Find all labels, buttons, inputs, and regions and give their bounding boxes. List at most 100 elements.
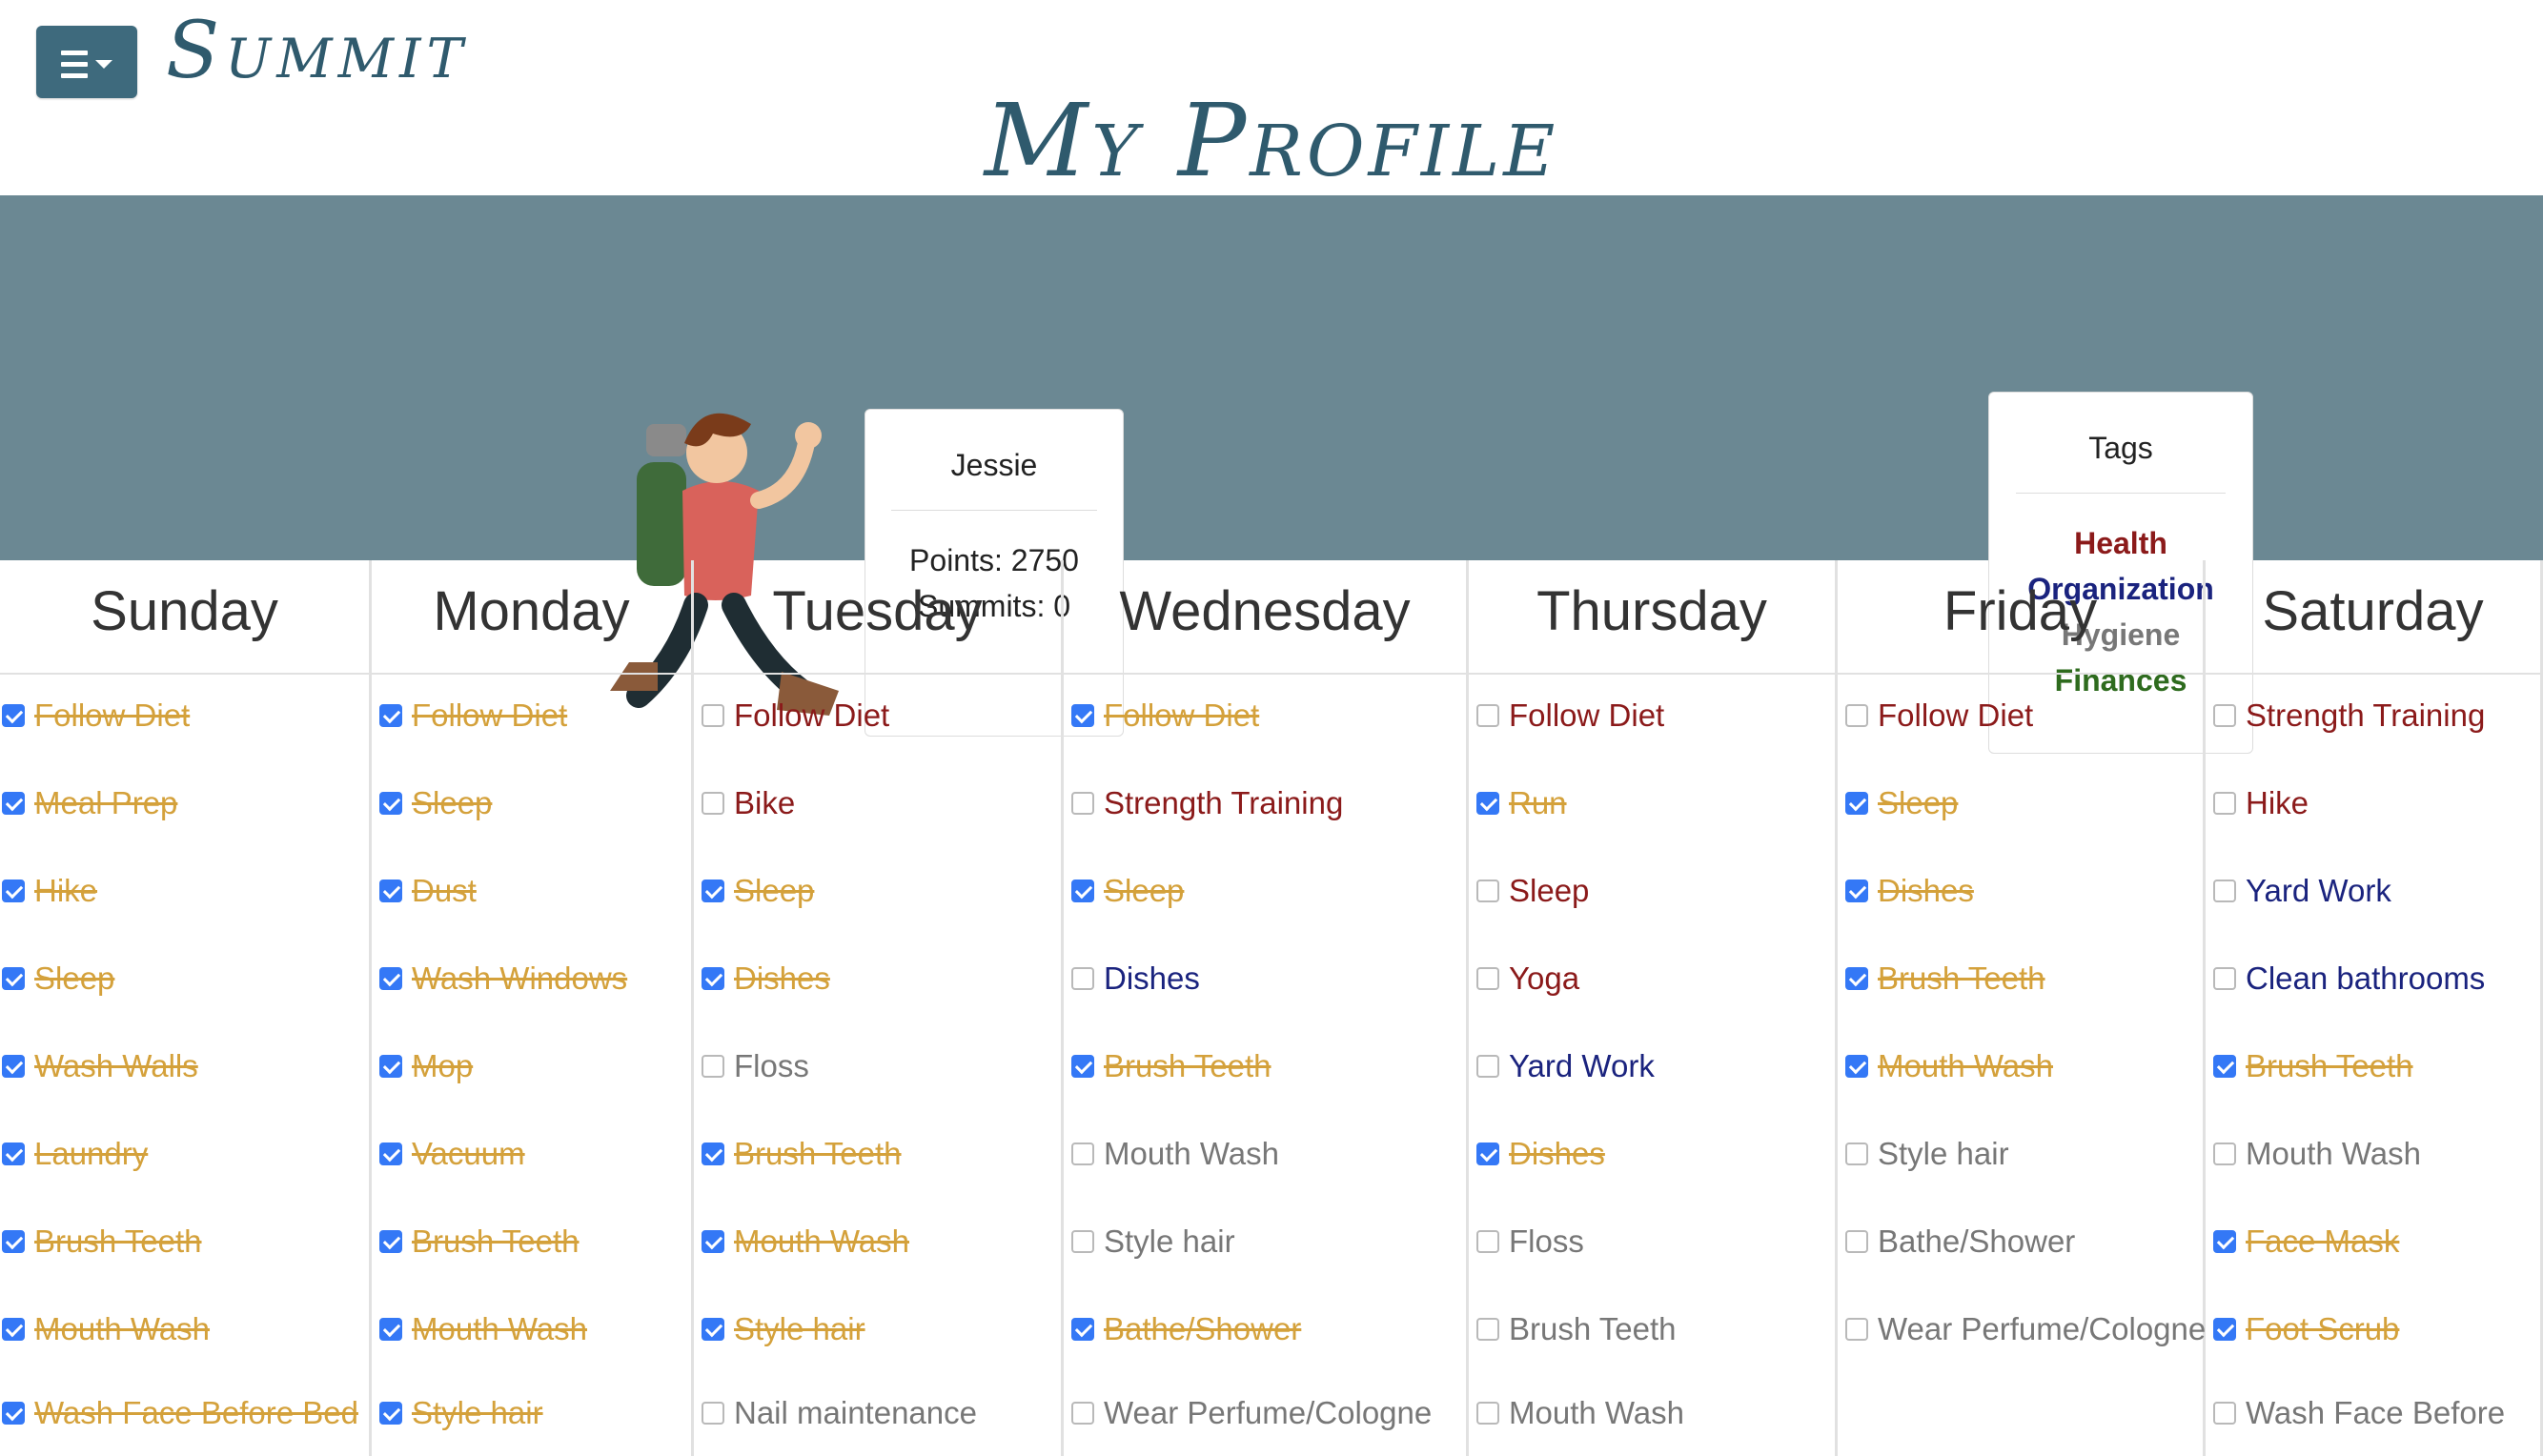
task-checkbox[interactable] — [2, 1055, 25, 1078]
task-item[interactable]: Wear Perfume/Cologne — [1845, 1311, 2206, 1347]
task-checkbox[interactable] — [1476, 1055, 1499, 1078]
task-item[interactable]: Mouth Wash — [1071, 1136, 1279, 1172]
task-item[interactable]: Yard Work — [2213, 873, 2391, 909]
task-item[interactable]: Strength Training — [2213, 698, 2485, 734]
task-item[interactable]: Yoga — [1476, 961, 1579, 997]
task-checkbox[interactable] — [1476, 880, 1499, 902]
task-item[interactable]: Dishes — [702, 961, 830, 997]
task-checkbox[interactable] — [702, 1402, 724, 1425]
task-checkbox[interactable] — [2213, 704, 2236, 727]
task-item[interactable]: Sleep — [379, 785, 492, 821]
task-checkbox[interactable] — [379, 967, 402, 990]
task-item[interactable]: Wear Perfume/Cologne — [1071, 1395, 1432, 1431]
task-item[interactable]: Brush Teeth — [379, 1223, 580, 1260]
task-item[interactable]: Follow Diet — [1476, 698, 1664, 734]
task-checkbox[interactable] — [379, 704, 402, 727]
task-item[interactable]: Sleep — [702, 873, 814, 909]
task-checkbox[interactable] — [1476, 792, 1499, 815]
task-item[interactable]: Dust — [379, 873, 477, 909]
task-checkbox[interactable] — [1476, 1230, 1499, 1253]
task-item[interactable]: Bathe/Shower — [1845, 1223, 2075, 1260]
task-checkbox[interactable] — [1071, 1402, 1094, 1425]
task-checkbox[interactable] — [702, 1230, 724, 1253]
task-item[interactable]: Follow Diet — [702, 698, 889, 734]
task-checkbox[interactable] — [379, 1402, 402, 1425]
task-checkbox[interactable] — [2213, 1055, 2236, 1078]
task-item[interactable]: Wash Face Before Bed — [2, 1395, 358, 1431]
task-checkbox[interactable] — [702, 967, 724, 990]
task-item[interactable]: Mop — [379, 1048, 473, 1084]
task-item[interactable]: Brush Teeth — [1071, 1048, 1272, 1084]
task-item[interactable]: Follow Diet — [2, 698, 190, 734]
task-checkbox[interactable] — [702, 880, 724, 902]
task-checkbox[interactable] — [1845, 1318, 1868, 1341]
task-checkbox[interactable] — [379, 1143, 402, 1165]
task-item[interactable]: Dishes — [1071, 961, 1200, 997]
task-item[interactable]: Brush Teeth — [2213, 1048, 2413, 1084]
task-checkbox[interactable] — [2213, 1318, 2236, 1341]
task-item[interactable]: Mouth Wash — [1845, 1048, 2053, 1084]
task-checkbox[interactable] — [702, 792, 724, 815]
task-item[interactable]: Follow Diet — [1845, 698, 2033, 734]
task-item[interactable]: Sleep — [1071, 873, 1184, 909]
task-checkbox[interactable] — [1845, 704, 1868, 727]
task-checkbox[interactable] — [1071, 704, 1094, 727]
task-item[interactable]: Brush Teeth — [1845, 961, 2045, 997]
task-checkbox[interactable] — [1476, 1402, 1499, 1425]
task-item[interactable]: Follow Diet — [1071, 698, 1259, 734]
task-item[interactable]: Clean bathrooms — [2213, 961, 2485, 997]
task-checkbox[interactable] — [379, 1230, 402, 1253]
task-checkbox[interactable] — [1845, 1143, 1868, 1165]
task-checkbox[interactable] — [1071, 792, 1094, 815]
task-checkbox[interactable] — [379, 792, 402, 815]
task-item[interactable]: Dishes — [1476, 1136, 1605, 1172]
task-item[interactable]: Sleep — [1845, 785, 1958, 821]
task-checkbox[interactable] — [2213, 792, 2236, 815]
task-checkbox[interactable] — [379, 1055, 402, 1078]
task-item[interactable]: Mouth Wash — [379, 1311, 587, 1347]
task-item[interactable]: Vacuum — [379, 1136, 525, 1172]
task-item[interactable]: Style hair — [702, 1311, 865, 1347]
task-checkbox[interactable] — [1476, 704, 1499, 727]
task-item[interactable]: Wash Face Before — [2213, 1395, 2505, 1431]
task-checkbox[interactable] — [379, 880, 402, 902]
task-checkbox[interactable] — [1071, 1143, 1094, 1165]
task-checkbox[interactable] — [1845, 792, 1868, 815]
tag-health[interactable]: Health — [1989, 520, 2252, 566]
task-checkbox[interactable] — [2, 967, 25, 990]
task-item[interactable]: Brush Teeth — [2, 1223, 202, 1260]
task-checkbox[interactable] — [1845, 1230, 1868, 1253]
task-item[interactable]: Style hair — [1845, 1136, 2009, 1172]
task-checkbox[interactable] — [1845, 1055, 1868, 1078]
task-item[interactable]: Sleep — [2, 961, 114, 997]
task-item[interactable]: Floss — [1476, 1223, 1584, 1260]
task-checkbox[interactable] — [702, 1055, 724, 1078]
task-item[interactable]: Laundry — [2, 1136, 148, 1172]
task-checkbox[interactable] — [1071, 1055, 1094, 1078]
task-checkbox[interactable] — [2, 792, 25, 815]
task-checkbox[interactable] — [1071, 1230, 1094, 1253]
task-item[interactable]: Face Mask — [2213, 1223, 2399, 1260]
task-item[interactable]: Bathe/Shower — [1071, 1311, 1301, 1347]
task-item[interactable]: Brush Teeth — [1476, 1311, 1677, 1347]
task-item[interactable]: Brush Teeth — [702, 1136, 902, 1172]
task-checkbox[interactable] — [702, 1318, 724, 1341]
task-item[interactable]: Style hair — [379, 1395, 543, 1431]
task-checkbox[interactable] — [2213, 1230, 2236, 1253]
task-item[interactable]: Bike — [702, 785, 795, 821]
task-checkbox[interactable] — [2, 1318, 25, 1341]
task-checkbox[interactable] — [1476, 967, 1499, 990]
task-item[interactable]: Mouth Wash — [1476, 1395, 1684, 1431]
task-item[interactable]: Foot Scrub — [2213, 1311, 2399, 1347]
task-checkbox[interactable] — [1845, 880, 1868, 902]
task-checkbox[interactable] — [2213, 967, 2236, 990]
task-item[interactable]: Sleep — [1476, 873, 1589, 909]
task-item[interactable]: Hike — [2, 873, 97, 909]
task-item[interactable]: Mouth Wash — [2213, 1136, 2421, 1172]
task-checkbox[interactable] — [2, 1230, 25, 1253]
task-item[interactable]: Meal Prep — [2, 785, 177, 821]
task-item[interactable]: Nail maintenance — [702, 1395, 977, 1431]
task-checkbox[interactable] — [379, 1318, 402, 1341]
task-item[interactable]: Mouth Wash — [702, 1223, 909, 1260]
task-checkbox[interactable] — [2213, 1402, 2236, 1425]
